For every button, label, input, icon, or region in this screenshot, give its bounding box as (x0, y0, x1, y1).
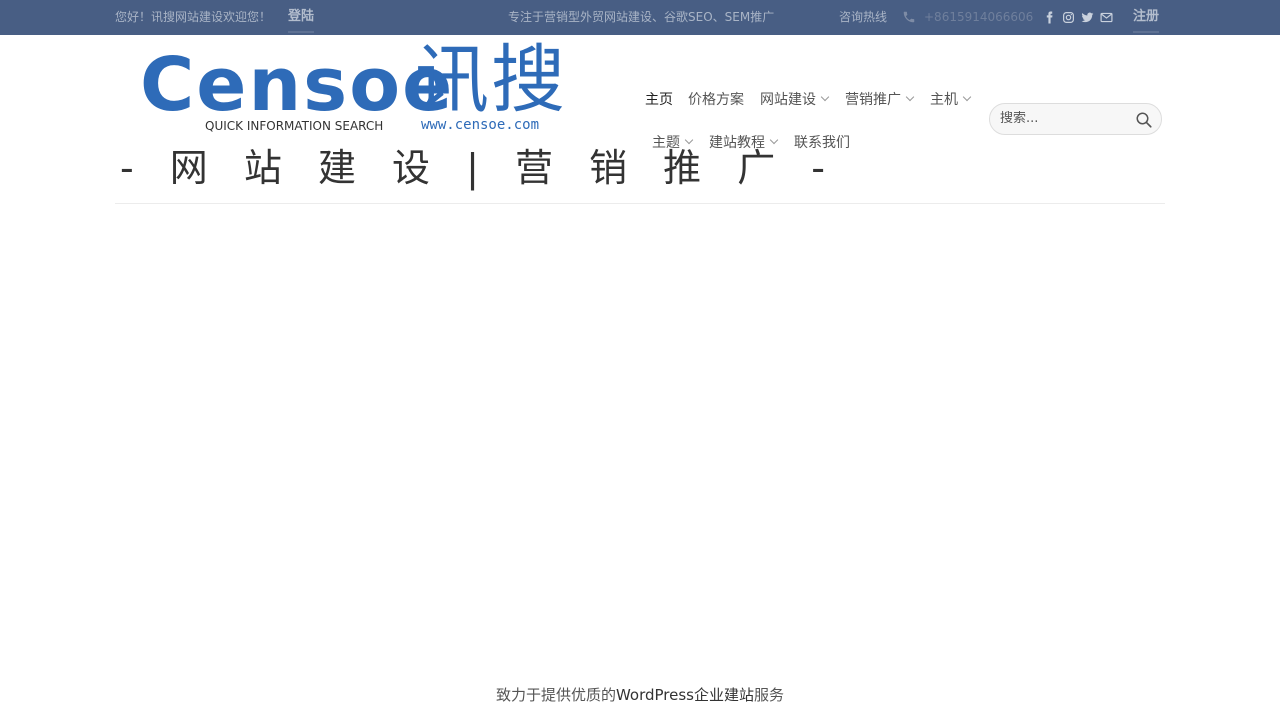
nav-item-marketing[interactable]: 营销推广 (845, 89, 915, 109)
chevron-down-icon (820, 92, 830, 102)
nav-item-label: 网站建设 (760, 92, 816, 108)
register-link[interactable]: 注册 (1133, 9, 1160, 33)
nav-item-themes[interactable]: 主题 (652, 132, 694, 152)
search-input[interactable] (1000, 111, 1130, 126)
nav-item-label: 主机 (930, 92, 958, 108)
email-icon[interactable] (1100, 11, 1113, 24)
top-bar: 您好！讯搜网站建设欢迎您！ 登陆 专注于营销型外贸网站建设、谷歌SEO、SEM推… (0, 0, 1280, 35)
logo-url: www.censoe.com (421, 117, 540, 133)
header-divider (115, 203, 1165, 204)
chevron-down-icon (905, 92, 915, 102)
twitter-icon[interactable] (1081, 11, 1094, 24)
chevron-down-icon (769, 135, 779, 145)
nav-item-home[interactable]: 主页 (645, 89, 673, 109)
greeting-text: 您好！讯搜网站建设欢迎您！ (115, 10, 272, 24)
logo-brand: Censoe (140, 42, 455, 128)
logo-subtitle: QUICK INFORMATION SEARCH (205, 119, 384, 133)
nav-item-website-building[interactable]: 网站建设 (760, 89, 830, 109)
nav-item-pricing[interactable]: 价格方案 (688, 89, 744, 109)
search-icon[interactable] (1135, 111, 1153, 129)
chevron-down-icon (684, 135, 694, 145)
facebook-icon[interactable] (1043, 11, 1056, 24)
footer-text: 致力于提供优质的WordPress企业建站服务 (0, 684, 1280, 705)
chevron-down-icon (962, 92, 972, 102)
logo-brand-cn: 讯搜 (415, 37, 567, 123)
phone-number[interactable]: +8615914066606 (924, 10, 1033, 25)
hotline-label: 咨询热线 (839, 10, 888, 24)
footer-text-pre: 致力于提供优质的 (495, 686, 616, 704)
footer-text-post: 服务 (754, 686, 785, 704)
footer-wordpress-link[interactable]: WordPress企业建站 (616, 686, 754, 704)
nav-item-label: 营销推广 (845, 92, 901, 108)
nav-item-contact[interactable]: 联系我们 (794, 132, 850, 152)
search-box (989, 103, 1162, 135)
login-link[interactable]: 登陆 (288, 9, 315, 33)
site-logo[interactable]: Censoe 讯搜 QUICK INFORMATION SEARCH www.c… (115, 35, 825, 200)
nav-item-label: 建站教程 (709, 135, 765, 151)
nav-item-label: 主题 (652, 135, 680, 151)
nav-item-label: 价格方案 (688, 92, 744, 108)
instagram-icon[interactable] (1062, 11, 1075, 24)
slogan-text: 专注于营销型外贸网站建设、谷歌SEO、SEM推广 (508, 10, 775, 24)
phone-icon (903, 11, 915, 23)
nav-item-tutorials[interactable]: 建站教程 (709, 132, 779, 152)
nav-item-label: 联系我们 (794, 135, 850, 151)
nav-item-label: 主页 (645, 92, 673, 108)
nav-item-hosting[interactable]: 主机 (930, 89, 972, 109)
